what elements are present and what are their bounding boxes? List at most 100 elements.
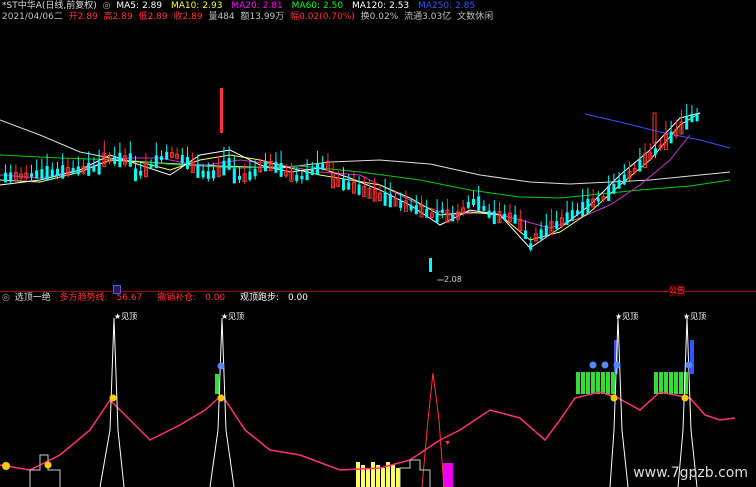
candle-body: [586, 198, 590, 214]
candle-body: [477, 196, 481, 211]
smiley-icon: [685, 361, 693, 369]
candle-body: [654, 148, 657, 155]
candle-body: [295, 174, 299, 181]
candle-body: [9, 172, 13, 182]
watermark: www.7gpzb.com: [633, 465, 748, 481]
candle-body: [596, 198, 600, 202]
gear-icon[interactable]: ◎: [2, 293, 10, 303]
candle-body: [482, 206, 486, 211]
indicator-name[interactable]: 选顶一绝: [15, 293, 51, 303]
candle-body: [220, 88, 223, 133]
magenta-bar: [443, 463, 453, 487]
candle-body: [347, 182, 351, 190]
candle-body: [50, 169, 54, 177]
candle-body: [305, 170, 309, 181]
candle-body: [492, 211, 496, 225]
low-price-label: 2.08: [444, 275, 462, 284]
candle-body: [232, 168, 236, 184]
candle-body: [466, 201, 470, 208]
green-bar: [669, 372, 673, 394]
candle-body: [690, 113, 694, 123]
warning-icon: [109, 394, 117, 402]
candle-body: [186, 157, 189, 169]
candle-body: [180, 155, 184, 164]
candle-body: [92, 165, 96, 172]
candle-body: [97, 162, 101, 175]
candle-body: [472, 199, 475, 206]
candle-body: [565, 212, 569, 225]
green-bar: [596, 372, 600, 394]
candle-body: [388, 193, 392, 208]
announcement-tag[interactable]: 公告: [669, 285, 685, 296]
candle-body: [274, 161, 278, 173]
candle-body: [139, 170, 143, 176]
warning-icon: [217, 394, 225, 402]
candle-body: [576, 210, 579, 215]
green-bar: [606, 372, 610, 394]
candle-body: [429, 258, 432, 272]
step-line: [29, 454, 61, 487]
indicator-field-3: 观顶跑步: 0.00: [240, 293, 308, 303]
candle-body: [160, 156, 163, 160]
warning-icon: [681, 394, 689, 402]
candle-body: [201, 170, 205, 178]
yellow-bar: [391, 465, 395, 487]
candle-body: [238, 175, 241, 180]
candle-body: [113, 156, 117, 164]
candle-body: [40, 169, 44, 179]
candle-body: [222, 160, 226, 176]
yellow-bar: [366, 468, 370, 487]
candle-body: [45, 166, 49, 181]
indicator-lines: [0, 317, 736, 487]
yellow-bar: [396, 468, 400, 487]
indicator-bars: [215, 340, 694, 487]
green-bar: [664, 372, 668, 394]
ma10-line: [0, 112, 701, 241]
candle-body: [513, 214, 517, 224]
candle-body: [581, 201, 585, 217]
candle-body: [248, 171, 252, 180]
candle-body: [529, 243, 533, 250]
green-bar: [601, 372, 605, 394]
green-bar: [586, 372, 590, 394]
smiley-icon: [589, 361, 597, 369]
indicator-field-2: 撤销补仓: 0.00: [157, 293, 226, 303]
blue-bar: [690, 340, 694, 374]
candle-body: [149, 164, 153, 168]
top-signal-label: ★见顶: [683, 312, 707, 321]
candle-body: [4, 172, 7, 183]
green-bar: [215, 374, 219, 394]
green-bar: [674, 372, 678, 394]
candle-body: [440, 209, 444, 213]
candle-body: [612, 183, 616, 194]
candle-body: [399, 200, 403, 208]
candle-body: [685, 117, 689, 130]
yellow-bar: [371, 462, 375, 487]
smiley-icon: [2, 462, 10, 470]
candle-body: [607, 186, 611, 202]
candle-body: [638, 159, 642, 172]
step-line: [399, 459, 431, 487]
top-signal-label: ★见顶: [114, 312, 138, 321]
top-signal-label: ★见顶: [615, 312, 639, 321]
yellow-bar: [381, 468, 385, 487]
candle-body: [279, 163, 283, 177]
candle-body: [503, 213, 507, 220]
candle-body: [414, 205, 418, 215]
candle-body: [61, 165, 65, 179]
smiley-icon: [217, 362, 225, 370]
candle-body: [555, 221, 559, 229]
green-bar: [576, 372, 580, 394]
candle-body: [652, 112, 657, 144]
candle-body: [695, 114, 699, 122]
green-bar: [581, 372, 585, 394]
candle-body: [30, 173, 33, 177]
candle-body: [409, 205, 413, 211]
candle-body: [342, 178, 345, 191]
green-bar: [659, 372, 663, 394]
stock-chart[interactable]: [0, 0, 756, 487]
candle-body: [357, 184, 361, 195]
warning-icon: [610, 394, 618, 402]
candle-body: [212, 170, 215, 179]
candle-body: [544, 225, 548, 237]
